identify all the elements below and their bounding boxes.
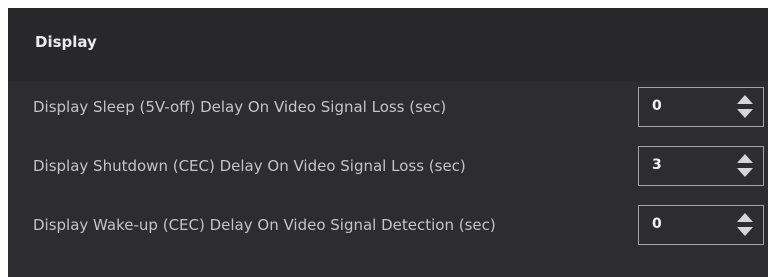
arrow-down-icon[interactable] xyxy=(737,109,753,118)
spinner-arrows[interactable] xyxy=(737,213,754,237)
section-header: Display xyxy=(8,8,768,81)
arrow-up-icon[interactable] xyxy=(737,213,753,222)
sleep-delay-label: Display Sleep (5V-off) Delay On Video Si… xyxy=(33,98,447,116)
shutdown-delay-label: Display Shutdown (CEC) Delay On Video Si… xyxy=(33,157,466,175)
wakeup-delay-value[interactable]: 0 xyxy=(652,216,662,232)
setting-row-wakeup-delay: Display Wake-up (CEC) Delay On Video Sig… xyxy=(8,205,768,245)
shutdown-delay-value[interactable]: 3 xyxy=(652,157,662,173)
spinner-arrows[interactable] xyxy=(737,95,754,119)
spinner-arrows[interactable] xyxy=(737,154,754,178)
arrow-down-icon[interactable] xyxy=(737,227,753,236)
wakeup-delay-spinner[interactable]: 0 xyxy=(638,205,764,245)
setting-row-sleep-delay: Display Sleep (5V-off) Delay On Video Si… xyxy=(8,87,768,127)
arrow-up-icon[interactable] xyxy=(737,154,753,163)
shutdown-delay-spinner[interactable]: 3 xyxy=(638,146,764,186)
wakeup-delay-label: Display Wake-up (CEC) Delay On Video Sig… xyxy=(33,216,496,234)
setting-row-shutdown-delay: Display Shutdown (CEC) Delay On Video Si… xyxy=(8,146,768,186)
arrow-up-icon[interactable] xyxy=(737,95,753,104)
arrow-down-icon[interactable] xyxy=(737,168,753,177)
sleep-delay-value[interactable]: 0 xyxy=(652,98,662,114)
section-title: Display xyxy=(35,33,97,51)
display-settings-panel: Display Display Sleep (5V-off) Delay On … xyxy=(8,8,768,277)
sleep-delay-spinner[interactable]: 0 xyxy=(638,87,764,127)
